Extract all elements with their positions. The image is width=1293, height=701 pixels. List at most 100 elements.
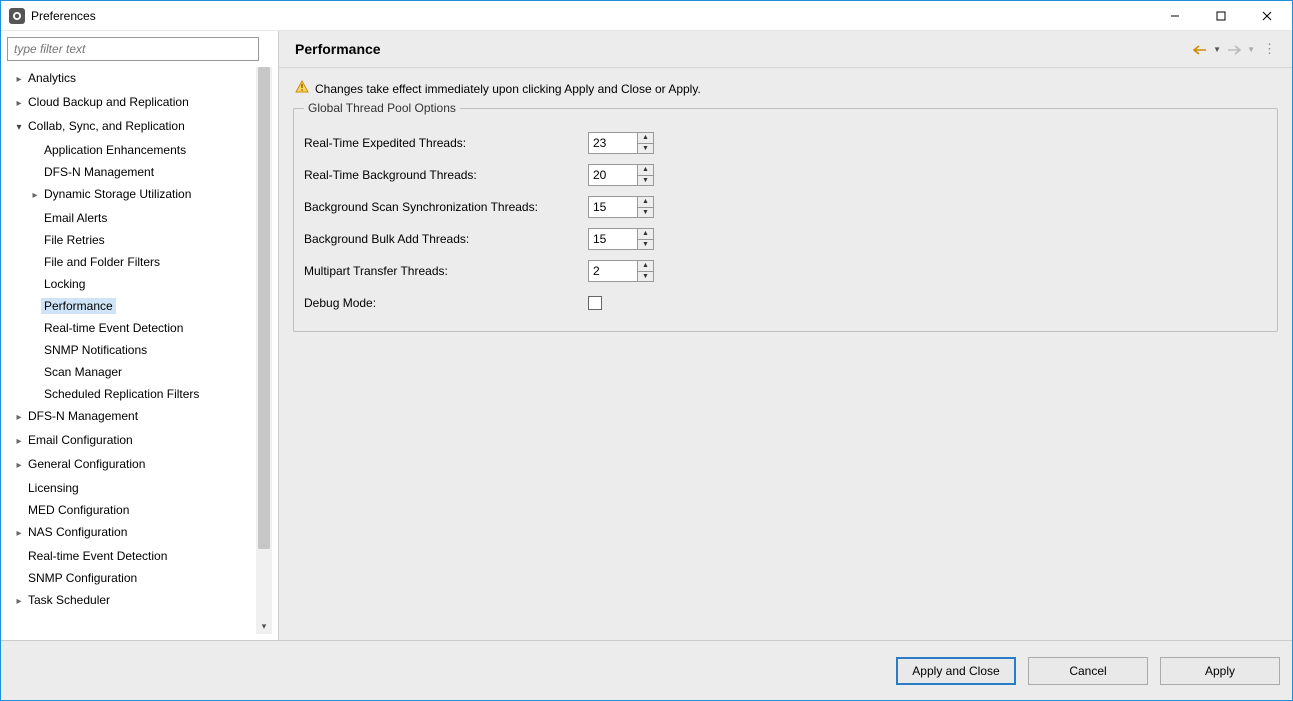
input-rt-background[interactable] bbox=[589, 165, 637, 185]
tree-item-label[interactable]: Scheduled Replication Filters bbox=[41, 386, 202, 402]
row-bg-sync: Background Scan Synchronization Threads:… bbox=[304, 191, 1267, 223]
tree-item-label[interactable]: Real-time Event Detection bbox=[41, 320, 186, 336]
label-debug: Debug Mode: bbox=[304, 296, 588, 310]
tree-item-label[interactable]: DFS-N Management bbox=[25, 408, 141, 424]
page-title: Performance bbox=[295, 41, 381, 57]
spin-up-icon[interactable]: ▲ bbox=[638, 197, 653, 208]
spin-down-icon[interactable]: ▼ bbox=[638, 240, 653, 250]
tree-item-label[interactable]: SNMP Configuration bbox=[25, 570, 140, 586]
tree-item-label[interactable]: Collab, Sync, and Replication bbox=[25, 118, 188, 134]
tree-item[interactable]: Dynamic Storage Utilization bbox=[13, 183, 256, 207]
filter-input[interactable] bbox=[7, 37, 259, 61]
back-icon[interactable] bbox=[1193, 42, 1207, 57]
spin-up-icon[interactable]: ▲ bbox=[638, 229, 653, 240]
tree-item-label[interactable]: Email Alerts bbox=[41, 210, 110, 226]
forward-menu-icon[interactable]: ▼ bbox=[1247, 45, 1255, 54]
spin-up-icon[interactable]: ▲ bbox=[638, 133, 653, 144]
tree-item-label[interactable]: Application Enhancements bbox=[41, 142, 189, 158]
tree-item[interactable]: File and Folder Filters bbox=[13, 251, 256, 273]
tree-item-label[interactable]: Scan Manager bbox=[41, 364, 125, 380]
content-pane: Performance ▼ ▼ ⋮ Changes take effect im… bbox=[279, 31, 1292, 640]
tree-item[interactable]: Scan Manager bbox=[13, 361, 256, 383]
tree-item[interactable]: NAS Configuration bbox=[13, 521, 256, 545]
checkbox-debug[interactable] bbox=[588, 296, 602, 310]
tree-item-label[interactable]: Email Configuration bbox=[25, 432, 136, 448]
tree-item[interactable]: Cloud Backup and Replication bbox=[13, 91, 256, 115]
tree-item[interactable]: Performance bbox=[13, 295, 256, 317]
spin-down-icon[interactable]: ▼ bbox=[638, 144, 653, 154]
close-button[interactable] bbox=[1244, 1, 1290, 31]
spin-down-icon[interactable]: ▼ bbox=[638, 208, 653, 218]
tree-item-label[interactable]: NAS Configuration bbox=[25, 524, 130, 540]
tree-item-label[interactable]: File and Folder Filters bbox=[41, 254, 163, 270]
tree-item[interactable]: Email Configuration bbox=[13, 429, 256, 453]
tree-item-label[interactable]: Task Scheduler bbox=[25, 592, 113, 608]
row-rt-background: Real-Time Background Threads: ▲ ▼ bbox=[304, 159, 1267, 191]
tree-item-label[interactable]: Cloud Backup and Replication bbox=[25, 94, 192, 110]
scrollbar-thumb[interactable] bbox=[258, 67, 270, 549]
tree-item[interactable]: Task Scheduler bbox=[13, 589, 256, 613]
chevron-right-icon[interactable] bbox=[29, 185, 41, 207]
spin-down-icon[interactable]: ▼ bbox=[638, 272, 653, 282]
tree-item-label[interactable]: Dynamic Storage Utilization bbox=[41, 186, 194, 202]
tree-item[interactable]: Licensing bbox=[13, 477, 256, 499]
chevron-right-icon[interactable] bbox=[13, 455, 25, 477]
chevron-right-icon[interactable] bbox=[13, 431, 25, 453]
chevron-down-icon[interactable] bbox=[13, 117, 25, 139]
tree-item-label[interactable]: DFS-N Management bbox=[41, 164, 157, 180]
forward-icon[interactable] bbox=[1227, 42, 1241, 57]
tree-item-label[interactable]: SNMP Notifications bbox=[41, 342, 150, 358]
tree-item[interactable]: Real-time Event Detection bbox=[13, 317, 256, 339]
input-bg-bulk[interactable] bbox=[589, 229, 637, 249]
chevron-right-icon[interactable] bbox=[13, 69, 25, 91]
tree-item[interactable]: DFS-N Management bbox=[13, 161, 256, 183]
tree-item[interactable]: Scheduled Replication Filters bbox=[13, 383, 256, 405]
tree-item-label[interactable]: Real-time Event Detection bbox=[25, 548, 170, 564]
input-multipart[interactable] bbox=[589, 261, 637, 281]
row-rt-expedited: Real-Time Expedited Threads: ▲ ▼ bbox=[304, 127, 1267, 159]
back-menu-icon[interactable]: ▼ bbox=[1213, 45, 1221, 54]
tree-item[interactable]: Locking bbox=[13, 273, 256, 295]
chevron-right-icon[interactable] bbox=[13, 93, 25, 115]
tree-item[interactable]: Email Alerts bbox=[13, 207, 256, 229]
tree-item[interactable]: SNMP Notifications bbox=[13, 339, 256, 361]
tree-item[interactable]: DFS-N Management bbox=[13, 405, 256, 429]
label-bg-bulk: Background Bulk Add Threads: bbox=[304, 232, 588, 246]
scroll-down-icon[interactable]: ▾ bbox=[256, 618, 272, 634]
tree-item[interactable]: MED Configuration bbox=[13, 499, 256, 521]
spin-down-icon[interactable]: ▼ bbox=[638, 176, 653, 186]
spin-up-icon[interactable]: ▲ bbox=[638, 261, 653, 272]
tree-item-label[interactable]: MED Configuration bbox=[25, 502, 132, 518]
tree-item-label[interactable]: General Configuration bbox=[25, 456, 148, 472]
tree-item[interactable]: Application Enhancements bbox=[13, 139, 256, 161]
view-menu-icon[interactable]: ⋮ bbox=[1263, 41, 1276, 57]
tree-item-label[interactable]: Locking bbox=[41, 276, 88, 292]
tree-item[interactable]: File Retries bbox=[13, 229, 256, 251]
spin-up-icon[interactable]: ▲ bbox=[638, 165, 653, 176]
minimize-button[interactable] bbox=[1152, 1, 1198, 31]
tree-item-label[interactable]: File Retries bbox=[41, 232, 108, 248]
tree-item[interactable]: Real-time Event Detection bbox=[13, 545, 256, 567]
tree-item-label[interactable]: Performance bbox=[41, 298, 116, 314]
input-bg-sync[interactable] bbox=[589, 197, 637, 217]
apply-button[interactable]: Apply bbox=[1160, 657, 1280, 685]
tree-item-label[interactable]: Licensing bbox=[25, 480, 82, 496]
chevron-right-icon[interactable] bbox=[13, 591, 25, 613]
tree-item[interactable]: General Configuration bbox=[13, 453, 256, 477]
tree-item[interactable]: SNMP Configuration bbox=[13, 567, 256, 589]
spinner-rt-expedited: ▲ ▼ bbox=[588, 132, 654, 154]
content-header: Performance ▼ ▼ ⋮ bbox=[279, 31, 1292, 68]
tree-item[interactable]: Collab, Sync, and Replication bbox=[13, 115, 256, 139]
tree-item[interactable]: Analytics bbox=[13, 67, 256, 91]
label-bg-sync: Background Scan Synchronization Threads: bbox=[304, 200, 588, 214]
maximize-button[interactable] bbox=[1198, 1, 1244, 31]
input-rt-expedited[interactable] bbox=[589, 133, 637, 153]
apply-and-close-button[interactable]: Apply and Close bbox=[896, 657, 1016, 685]
tree-item-label[interactable]: Analytics bbox=[25, 70, 79, 86]
chevron-right-icon[interactable] bbox=[13, 407, 25, 429]
chevron-right-icon[interactable] bbox=[13, 523, 25, 545]
label-multipart: Multipart Transfer Threads: bbox=[304, 264, 588, 278]
title-bar: Preferences bbox=[1, 1, 1292, 31]
cancel-button[interactable]: Cancel bbox=[1028, 657, 1148, 685]
tree-scrollbar[interactable]: ▾ bbox=[256, 67, 272, 634]
